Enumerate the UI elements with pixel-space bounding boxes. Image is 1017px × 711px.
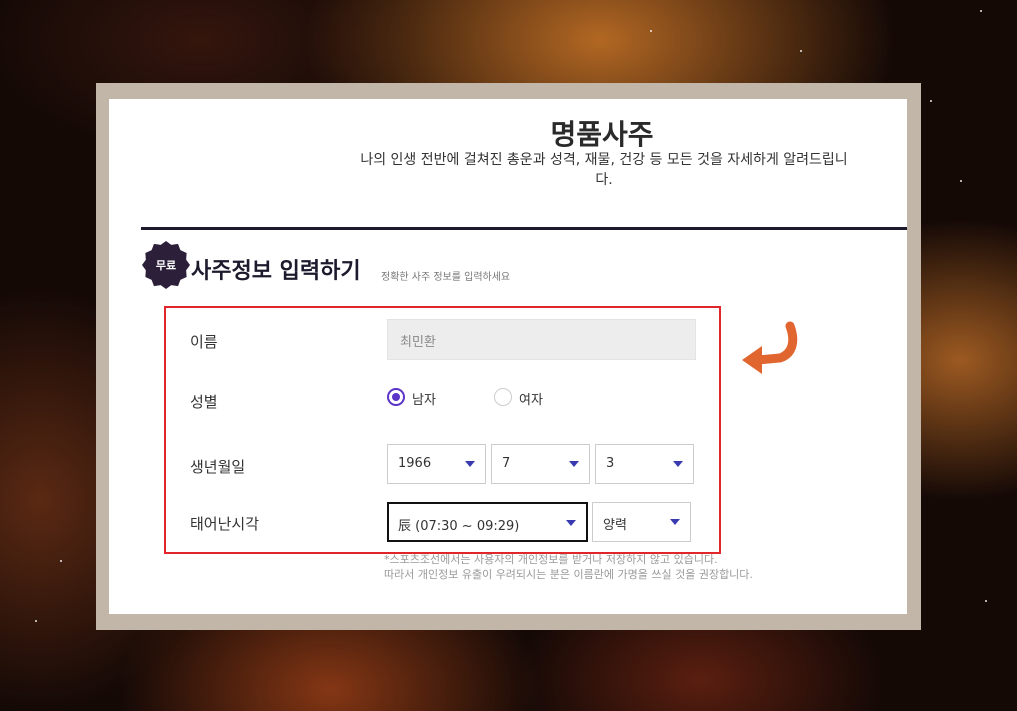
- page-description: 나의 인생 전반에 걸쳐진 총운과 성격, 재물, 건강 등 모든 것을 자세하…: [360, 152, 848, 188]
- name-label: 이름: [190, 333, 218, 351]
- gender-male-radio[interactable]: [387, 388, 405, 406]
- star: [800, 50, 802, 52]
- page-title: 명품사주: [550, 118, 654, 151]
- free-badge: 무료: [142, 241, 190, 289]
- star: [930, 100, 932, 102]
- star: [980, 10, 982, 12]
- star: [60, 560, 62, 562]
- gender-female-label[interactable]: 여자: [519, 389, 543, 408]
- gender-male-label[interactable]: 남자: [412, 389, 436, 408]
- birth-month-value: 7: [502, 456, 511, 471]
- gender-label: 성별: [190, 393, 218, 411]
- birth-year-value: 1966: [398, 456, 432, 471]
- name-input[interactable]: 최민환: [387, 319, 696, 360]
- birth-time-label: 태어난시각: [190, 515, 260, 533]
- gender-female-radio[interactable]: [494, 388, 512, 406]
- section-title: 사주정보 입력하기: [191, 259, 361, 284]
- birth-time-value: 辰 (07:30 ~ 09:29): [398, 519, 520, 534]
- privacy-notice: *스포츠조선에서는 사용자의 개인정보를 받거나 저장하지 않고 있습니다. 따…: [384, 552, 753, 582]
- birth-label: 생년월일: [190, 458, 246, 476]
- chevron-down-icon: [569, 461, 579, 467]
- privacy-notice-line2: 따라서 개인정보 유출이 우려되시는 분은 이름란에 가명을 쓰실 것을 권장합…: [384, 568, 753, 581]
- chevron-down-icon: [465, 461, 475, 467]
- star: [35, 620, 37, 622]
- divider: [141, 227, 907, 230]
- birth-month-select[interactable]: 7: [491, 444, 590, 484]
- chevron-down-icon: [673, 461, 683, 467]
- privacy-notice-line1: *스포츠조선에서는 사용자의 개인정보를 받거나 저장하지 않고 있습니다.: [384, 553, 718, 566]
- star: [985, 600, 987, 602]
- curved-arrow-icon: [742, 321, 798, 374]
- calendar-type-select[interactable]: 양력: [592, 502, 691, 542]
- birth-year-select[interactable]: 1966: [387, 444, 486, 484]
- star: [650, 30, 652, 32]
- birth-time-select[interactable]: 辰 (07:30 ~ 09:29): [387, 502, 588, 542]
- section-subtitle: 정확한 사주 정보를 입력하세요: [381, 272, 511, 283]
- chevron-down-icon: [670, 519, 680, 525]
- birth-day-value: 3: [606, 456, 615, 471]
- chevron-down-icon: [566, 520, 576, 526]
- birth-day-select[interactable]: 3: [595, 444, 694, 484]
- calendar-type-value: 양력: [603, 518, 627, 533]
- star: [960, 180, 962, 182]
